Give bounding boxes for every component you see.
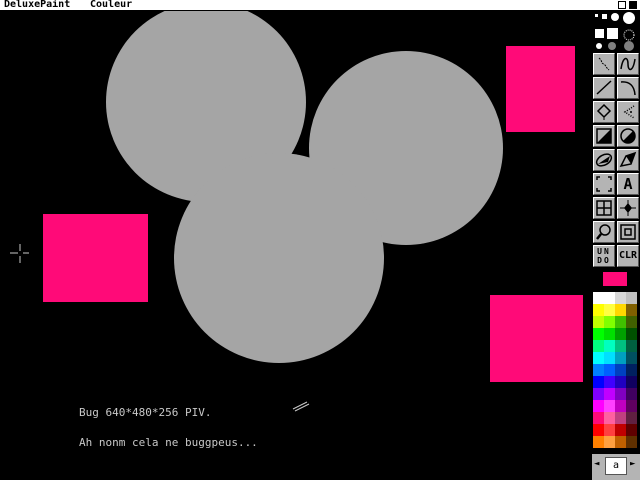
canvas-text-line-1: Bug 640*480*256 PIV. [79,406,212,419]
palette-swatch[interactable] [604,424,615,436]
palette-swatch[interactable] [604,400,615,412]
text-cursor-scribble [292,401,310,412]
palette-swatch[interactable] [626,400,637,412]
magnify-tool[interactable] [593,221,615,243]
paint-canvas[interactable]: Bug 640*480*256 PIV. Ah nonm cela ne bug… [0,11,592,480]
palette-swatch[interactable] [626,304,637,316]
palette-bottom-bar: ◄ a ► [592,454,640,480]
freehand-line-tool[interactable] [617,53,639,75]
palette-swatch[interactable] [626,376,637,388]
palette-swatch[interactable] [615,304,626,316]
palette-swatch[interactable] [604,340,615,352]
palette-swatch[interactable] [604,328,615,340]
palette-swatch[interactable] [626,328,637,340]
palette-swatch[interactable] [604,304,615,316]
fill-tool[interactable] [593,101,615,123]
palette-swatch[interactable] [615,388,626,400]
palette-swatch[interactable] [615,436,626,448]
palette-swatch[interactable] [593,316,604,328]
arrow-left-icon[interactable]: ◄ [594,459,599,469]
palette-swatch[interactable] [615,328,626,340]
menu-deluxepaint[interactable]: DeluxePaint [4,0,70,10]
gray-circle-bottom [174,153,384,363]
palette-swatch[interactable] [604,412,615,424]
palette-swatch[interactable] [626,424,637,436]
text-tool[interactable]: A [617,173,639,195]
palette-swatch[interactable] [593,412,604,424]
palette-swatch[interactable] [593,328,604,340]
pink-rect-bottom-right [490,295,583,382]
palette-swatch[interactable] [615,424,626,436]
palette-swatch[interactable] [615,364,626,376]
palette-swatch[interactable] [604,376,615,388]
symmetry-tool[interactable] [617,197,639,219]
palette-swatch[interactable] [593,376,604,388]
palette-swatch[interactable] [626,364,637,376]
palette-swatch[interactable] [593,292,604,304]
palette-swatch[interactable] [626,436,637,448]
crosshair-cursor-icon [10,244,29,263]
palette-swatch[interactable] [615,376,626,388]
menu-couleur[interactable]: Couleur [90,0,132,10]
pink-rect-left [43,214,148,302]
palette-swatch[interactable] [626,388,637,400]
palette-swatch[interactable] [626,412,637,424]
zoom-tool[interactable] [617,221,639,243]
palette-swatch[interactable] [615,292,626,304]
palette-swatch[interactable] [604,292,615,304]
palette-swatch[interactable] [593,364,604,376]
palette-swatch[interactable] [593,400,604,412]
circle-tool[interactable] [617,125,639,147]
clear-button[interactable]: CLR [617,245,639,267]
palette-swatch[interactable] [615,316,626,328]
ellipse-tool[interactable] [593,149,615,171]
brush-select-tool[interactable] [593,173,615,195]
rectangle-tool[interactable] [593,125,615,147]
palette-swatch[interactable] [626,340,637,352]
curve-tool[interactable] [617,77,639,99]
menu-bar: DeluxePaint Couleur [0,0,640,11]
line-tool[interactable] [593,77,615,99]
palette-swatch[interactable] [593,388,604,400]
pink-rect-top-right [506,46,575,132]
palette-swatch[interactable] [626,316,637,328]
depth-gadget-front[interactable] [629,1,637,9]
undo-button[interactable]: UNDO [593,245,615,267]
palette-swatch[interactable] [593,436,604,448]
palette-swatch[interactable] [593,340,604,352]
canvas-text-line-2: Ah nonm cela ne buggpeus... [79,436,258,449]
palette-swatch[interactable] [626,292,637,304]
palette-swatch[interactable] [604,352,615,364]
brush-preview-button[interactable]: a [605,457,627,475]
palette-swatch[interactable] [615,352,626,364]
arrow-right-icon[interactable]: ► [630,459,635,469]
palette-swatch[interactable] [626,352,637,364]
palette-swatch[interactable] [604,316,615,328]
polygon-tool[interactable] [617,149,639,171]
palette-swatch[interactable] [593,352,604,364]
grid-tool[interactable] [593,197,615,219]
airbrush-tool[interactable] [617,101,639,123]
color-palette [593,292,639,452]
depth-gadget-back[interactable] [618,1,626,9]
palette-swatch[interactable] [593,304,604,316]
palette-swatch[interactable] [593,424,604,436]
palette-swatch[interactable] [615,400,626,412]
palette-swatch[interactable] [604,388,615,400]
palette-swatch[interactable] [604,436,615,448]
current-color-indicator[interactable] [603,272,627,286]
brush-selector[interactable] [593,11,639,53]
palette-swatch[interactable] [615,340,626,352]
canvas-text: Bug 640*480*256 PIV. Ah nonm cela ne bug… [79,388,258,468]
palette-swatch[interactable] [604,364,615,376]
freehand-dots-tool[interactable] [593,53,615,75]
palette-swatch[interactable] [615,412,626,424]
